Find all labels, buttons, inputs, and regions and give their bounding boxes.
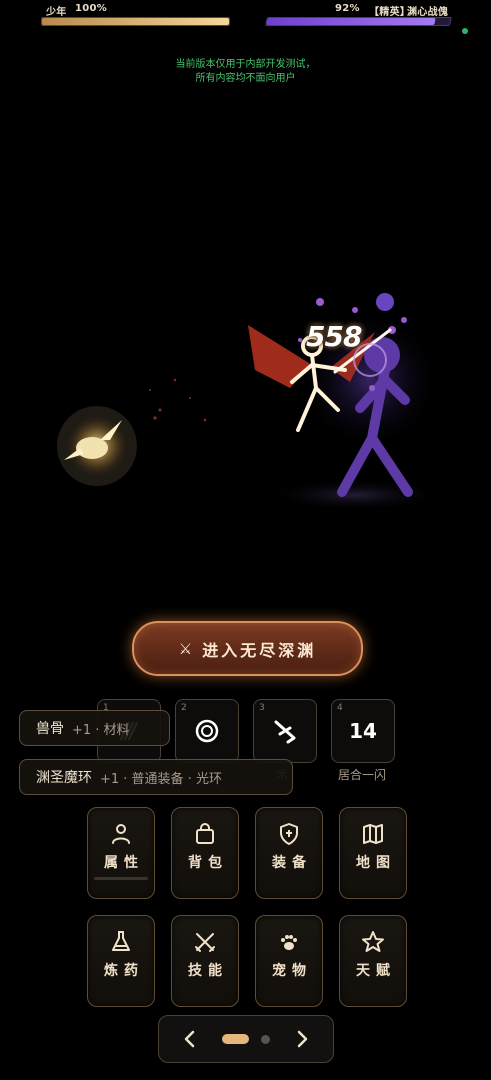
- person-icon: [88, 820, 154, 848]
- skill-slot-3[interactable]: 3: [253, 699, 317, 763]
- crossed-swords-icon: ⚔: [178, 639, 193, 658]
- loot-item-detail: +1 · 普通装备 · 光环: [100, 771, 222, 787]
- chevron-right-icon[interactable]: [287, 1024, 317, 1054]
- paw-icon: [256, 928, 322, 956]
- player-hp-fill: [42, 18, 229, 25]
- page-indicator-active[interactable]: [222, 1034, 249, 1044]
- skill-cooldown: 14: [349, 719, 377, 743]
- shield-icon: [256, 820, 322, 848]
- skill-slot-4[interactable]: 4 14: [331, 699, 395, 763]
- enemy-rank: 【精英】: [369, 7, 411, 18]
- loot-item-detail: +1 · 材料: [72, 722, 130, 738]
- chevron-left-icon[interactable]: [175, 1024, 205, 1054]
- player-hp-text: 100%: [75, 3, 108, 14]
- menu-label: 背包: [188, 855, 228, 871]
- connection-status-dot: [462, 28, 468, 34]
- star-icon: [340, 928, 406, 956]
- page-indicator-inactive[interactable]: [261, 1035, 270, 1044]
- menu-attributes-button[interactable]: 属性: [87, 807, 155, 899]
- menu-equipment-button[interactable]: 装备: [255, 807, 323, 899]
- player-name: 少年: [46, 7, 67, 18]
- loot-item-name: 渊圣魔环: [36, 770, 92, 786]
- battle-scene: [57, 293, 445, 511]
- menu-pets-button[interactable]: 宠物: [255, 915, 323, 1007]
- skill-name-4: 居合一闪: [337, 768, 386, 782]
- menu-skills-button[interactable]: 技能: [171, 915, 239, 1007]
- enemy-hp-bar: [265, 17, 452, 26]
- menu-talents-button[interactable]: 天赋: [339, 915, 407, 1007]
- dev-notice-line2: 所有内容均不面向用户: [195, 73, 296, 84]
- enemy-hp-fill: [266, 18, 437, 25]
- menu-active-indicator: [94, 877, 148, 880]
- menu-label: 地图: [356, 855, 396, 871]
- enter-abyss-label: 进入无尽深渊: [202, 640, 317, 660]
- menu-label: 炼药: [104, 963, 144, 979]
- menu-backpack-button[interactable]: 背包: [171, 807, 239, 899]
- menu-label: 装备: [272, 855, 312, 871]
- menu-map-button[interactable]: 地图: [339, 807, 407, 899]
- flask-icon: [88, 928, 154, 956]
- loot-toast: 渊圣魔环 +1 · 普通装备 · 光环: [19, 759, 293, 795]
- enemy-name: 渊心战傀: [407, 7, 449, 18]
- loot-item-name: 兽骨: [36, 721, 64, 737]
- menu-label: 技能: [188, 963, 228, 979]
- pet-companion: [57, 406, 137, 486]
- dev-notice-line1: 当前版本仅用于内部开发测试，: [175, 59, 316, 70]
- spiral-icon: [176, 700, 238, 762]
- damage-number: 558: [306, 320, 362, 353]
- bag-icon: [172, 820, 238, 848]
- menu-alchemy-button[interactable]: 炼药: [87, 915, 155, 1007]
- enemy-hp-text: 92%: [335, 3, 360, 14]
- loot-toast: 兽骨 +1 · 材料: [19, 710, 170, 746]
- player-hp-bar: [41, 17, 230, 26]
- menu-pager: [158, 1015, 334, 1063]
- enter-abyss-button[interactable]: ⚔ 进入无尽深渊: [132, 621, 363, 676]
- dash-icon: [254, 700, 316, 762]
- menu-label: 属性: [104, 855, 144, 871]
- map-icon: [340, 820, 406, 848]
- swords-icon: [172, 928, 238, 956]
- skill-slot-2[interactable]: 2: [175, 699, 239, 763]
- menu-label: 宠物: [272, 963, 312, 979]
- menu-label: 天赋: [356, 963, 396, 979]
